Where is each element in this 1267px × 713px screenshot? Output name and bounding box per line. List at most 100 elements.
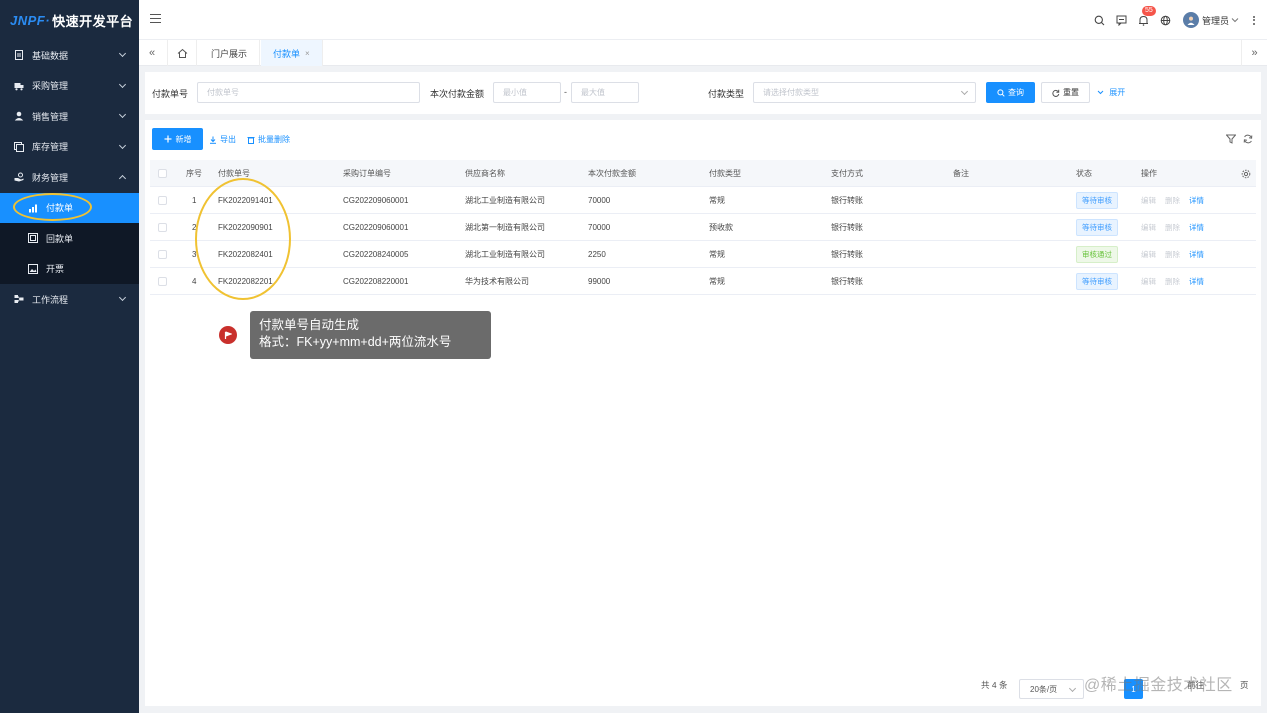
- close-icon[interactable]: ×: [305, 49, 310, 58]
- username[interactable]: 管理员: [1202, 14, 1229, 27]
- col-header: 序号: [186, 169, 202, 178]
- add-button[interactable]: 新增: [152, 128, 203, 150]
- delete-button[interactable]: 删除: [1165, 195, 1180, 206]
- home-icon[interactable]: [167, 40, 197, 66]
- cell-pay-method: 银行转账: [831, 223, 863, 232]
- sidebar-item-purchase[interactable]: 采购管理: [0, 71, 139, 102]
- plus-icon: [164, 135, 171, 143]
- amount-max-input[interactable]: 最大值: [571, 82, 639, 103]
- hand-coin-icon: [14, 172, 24, 182]
- logo-mark: JNPF: [10, 12, 46, 28]
- range-separator: -: [564, 87, 567, 97]
- expand-link[interactable]: 展开: [1097, 87, 1125, 98]
- cell-index: 4: [192, 277, 197, 286]
- delete-button[interactable]: 删除: [1165, 222, 1180, 233]
- sidebar-item-label: 工作流程: [32, 294, 69, 305]
- status-badge: 等待审核: [1076, 219, 1118, 236]
- refresh-icon[interactable]: [1242, 133, 1254, 145]
- filter-icon[interactable]: [1225, 133, 1237, 145]
- row-checkbox[interactable]: [158, 223, 167, 232]
- bell-icon[interactable]: 55: [1133, 6, 1156, 31]
- tab-portal[interactable]: 门户展示: [199, 40, 261, 66]
- trash-icon: [247, 136, 255, 144]
- chevron-down-icon: [118, 49, 127, 58]
- table-row[interactable]: 1 FK2022091401 CG202209060001 湖北工业制造有限公司…: [150, 187, 1256, 214]
- collapse-menu-icon[interactable]: [150, 14, 161, 24]
- delete-button[interactable]: 删除: [1165, 276, 1180, 287]
- reset-button[interactable]: 重置: [1041, 82, 1090, 103]
- app-logo[interactable]: JNPF · 快速开发平台: [0, 0, 139, 40]
- search-panel: 付款单号 付款单号 本次付款金额 最小值 - 最大值 付款类型 请选择付款类型 …: [145, 72, 1261, 114]
- link-label: 展开: [1109, 88, 1126, 97]
- copy-icon: [14, 141, 24, 152]
- tab-payment[interactable]: 付款单 ×: [261, 40, 323, 66]
- sidebar-item-sales[interactable]: 销售管理: [0, 101, 139, 132]
- detail-button[interactable]: 详情: [1189, 195, 1204, 206]
- sidebar-item-invoice[interactable]: 开票: [0, 254, 139, 285]
- edit-button[interactable]: 编辑: [1141, 249, 1156, 260]
- chevron-down-icon[interactable]: [1231, 17, 1239, 23]
- cell-amount: 70000: [588, 196, 611, 205]
- sidebar-item-basic-data[interactable]: 基础数据: [0, 40, 139, 71]
- page-size-select[interactable]: 20条/页: [1019, 679, 1084, 699]
- sidebar-item-label: 基础数据: [32, 50, 69, 61]
- delete-button[interactable]: 删除: [1165, 249, 1180, 260]
- cell-supplier: 湖北第一制造有限公司: [465, 223, 545, 232]
- sidebar-item-receipt[interactable]: 回款单: [0, 223, 139, 254]
- chevron-down-icon: [960, 87, 969, 96]
- edit-button[interactable]: 编辑: [1141, 276, 1156, 287]
- query-button[interactable]: 查询: [986, 82, 1035, 103]
- cell-pay-method: 银行转账: [831, 250, 863, 259]
- row-checkbox[interactable]: [158, 277, 167, 286]
- detail-button[interactable]: 详情: [1189, 276, 1204, 287]
- cell-po-no: CG202209060001: [343, 223, 409, 232]
- placeholder: 最大值: [581, 88, 605, 97]
- chevron-down-icon: [118, 293, 127, 302]
- settings-icon[interactable]: [1241, 160, 1251, 187]
- export-button[interactable]: 导出: [209, 134, 236, 145]
- col-header: 状态: [1076, 169, 1092, 178]
- amount-label: 本次付款金额: [430, 89, 485, 99]
- select-all-checkbox[interactable]: [158, 169, 167, 178]
- col-header: 采购订单编号: [343, 169, 391, 178]
- payment-type-select[interactable]: 请选择付款类型: [753, 82, 976, 103]
- amount-min-input[interactable]: 最小值: [493, 82, 561, 103]
- table-row[interactable]: 2 FK2022090901 CG202209060001 湖北第一制造有限公司…: [150, 214, 1256, 241]
- avatar[interactable]: [1182, 12, 1199, 28]
- col-header: 备注: [953, 169, 969, 178]
- tabs-scroll-left-icon[interactable]: «: [139, 40, 165, 66]
- sidebar-item-finance[interactable]: 财务管理: [0, 162, 139, 193]
- payment-no-input[interactable]: 付款单号: [197, 82, 420, 103]
- sidebar-item-inventory[interactable]: 库存管理: [0, 132, 139, 163]
- message-icon[interactable]: [1111, 9, 1133, 31]
- edit-button[interactable]: 编辑: [1141, 222, 1156, 233]
- sidebar-item-label: 销售管理: [32, 111, 69, 122]
- more-vertical-icon[interactable]: [1251, 15, 1257, 25]
- button-label: 新增: [175, 134, 192, 144]
- row-checkbox[interactable]: [158, 250, 167, 259]
- cell-supplier: 湖北工业制造有限公司: [465, 196, 545, 205]
- detail-button[interactable]: 详情: [1189, 249, 1204, 260]
- col-header: 付款类型: [709, 169, 741, 178]
- row-checkbox[interactable]: [158, 196, 167, 205]
- chevron-down-icon: [1097, 90, 1104, 95]
- flow-icon: [14, 294, 24, 304]
- chevron-down-icon: [1068, 684, 1077, 693]
- table-row[interactable]: 3 FK2022082401 CG202208240005 湖北工业制造有限公司…: [150, 241, 1256, 268]
- detail-button[interactable]: 详情: [1189, 222, 1204, 233]
- globe-icon[interactable]: [1155, 9, 1177, 31]
- batch-delete-button[interactable]: 批量删除: [247, 134, 290, 145]
- status-badge: 审核通过: [1076, 246, 1118, 263]
- cell-index: 1: [192, 196, 197, 205]
- table-row[interactable]: 4 FK2022082201 CG202208220001 华为技术有限公司 9…: [150, 268, 1256, 295]
- tabs-scroll-right-icon[interactable]: »: [1241, 40, 1267, 66]
- sidebar-item-workflow[interactable]: 工作流程: [0, 284, 139, 315]
- user-icon: [14, 111, 24, 121]
- search-icon[interactable]: [1089, 9, 1111, 31]
- logo-dot: ·: [45, 12, 51, 28]
- chevron-down-icon: [118, 110, 127, 119]
- tab-label: 付款单: [273, 48, 301, 59]
- cell-type: 常规: [709, 250, 725, 259]
- edit-button[interactable]: 编辑: [1141, 195, 1156, 206]
- logo-text: 快速开发平台: [52, 13, 134, 29]
